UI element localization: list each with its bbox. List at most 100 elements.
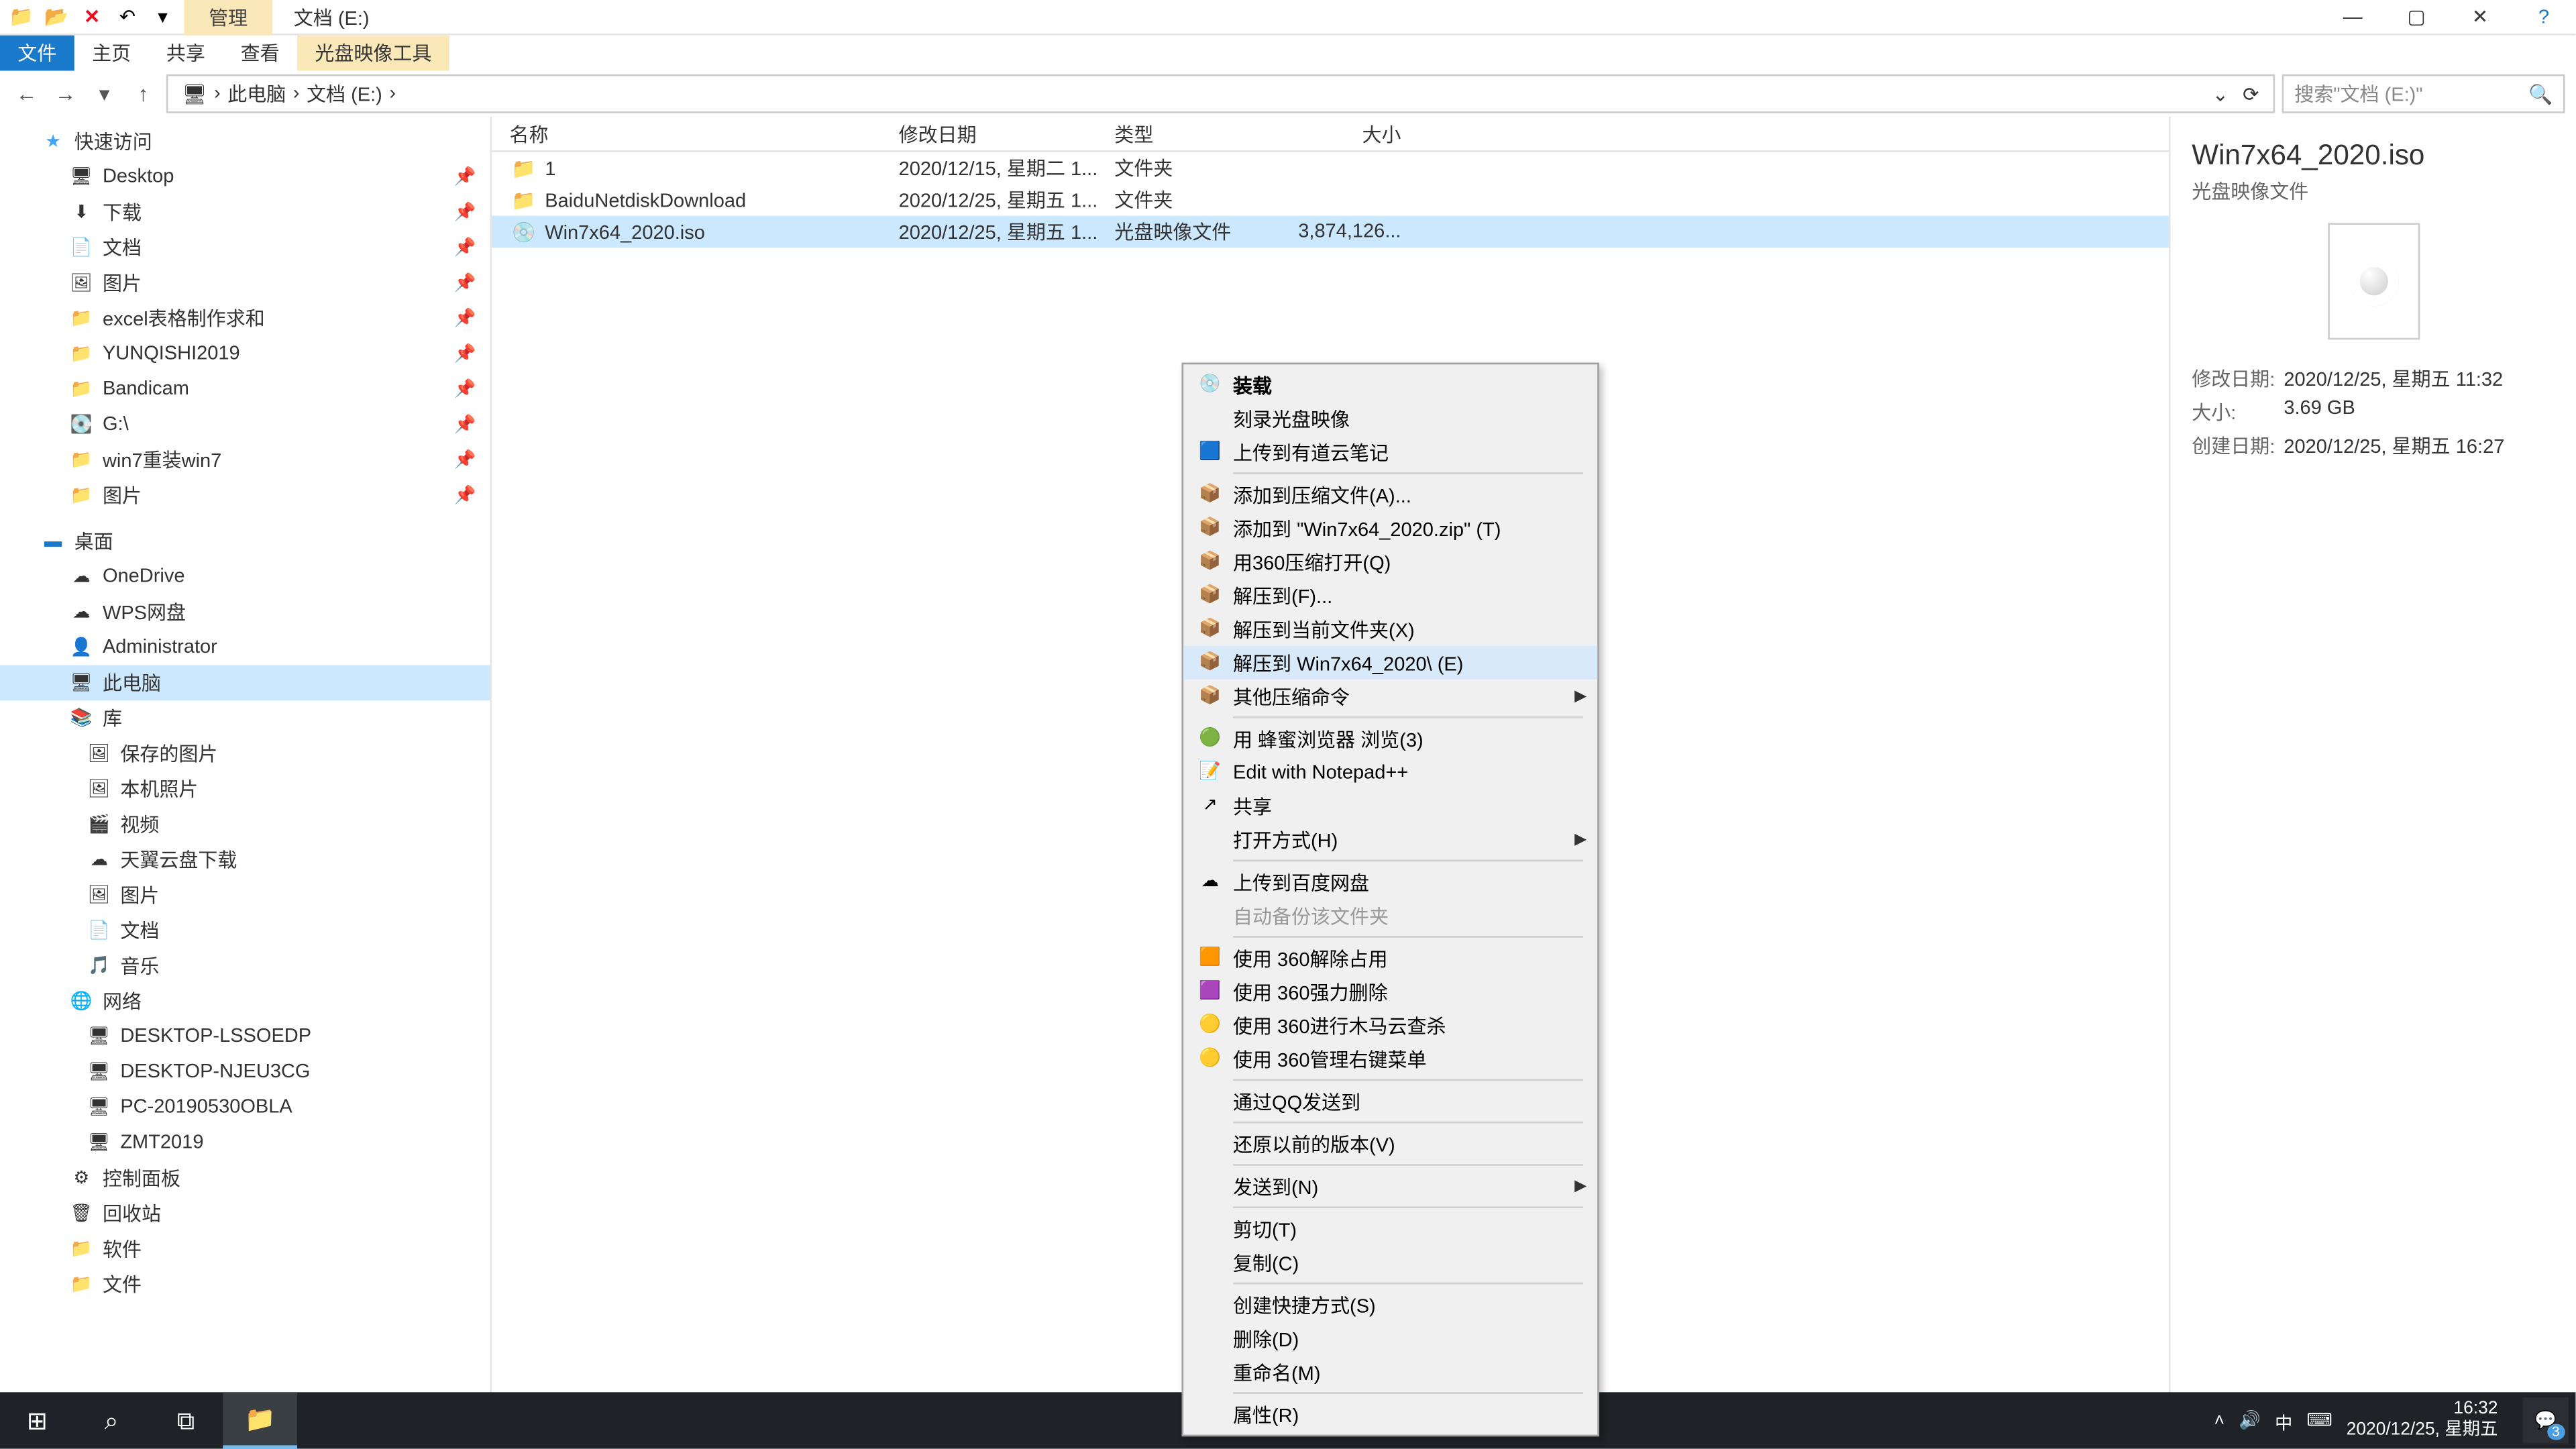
menu-item[interactable]: 通过QQ发送到 <box>1183 1084 1597 1118</box>
menu-item[interactable]: 发送到(N)▶ <box>1183 1169 1597 1203</box>
tab-share[interactable]: 共享 <box>149 36 223 71</box>
col-date[interactable]: 修改日期 <box>881 119 1097 148</box>
tree-item[interactable]: 📚库 <box>0 700 490 736</box>
tree-item[interactable]: 📄文档📌 <box>0 230 490 266</box>
tree-item[interactable]: 🎬视频 <box>0 806 490 842</box>
menu-item[interactable]: 🟦上传到有道云笔记 <box>1183 435 1597 469</box>
menu-item[interactable]: ↗共享 <box>1183 789 1597 822</box>
tree-item[interactable]: ⚙控制面板 <box>0 1161 490 1196</box>
up-button[interactable]: ↑ <box>127 81 159 106</box>
tree-item[interactable]: 🖥DESKTOP-LSSOEDP <box>0 1019 490 1055</box>
action-center-button[interactable]: 💬3 <box>2522 1397 2569 1444</box>
tree-item[interactable]: ☁OneDrive <box>0 559 490 594</box>
tree-item[interactable]: 🖼本机照片 <box>0 771 490 807</box>
menu-item[interactable]: 创建快捷方式(S) <box>1183 1288 1597 1322</box>
col-name[interactable]: 名称 <box>492 119 881 148</box>
tree-item[interactable]: 🖥PC-20190530OBLA <box>0 1089 490 1125</box>
menu-item[interactable]: 打开方式(H)▶ <box>1183 822 1597 856</box>
tree-item[interactable]: ⬇下载📌 <box>0 195 490 230</box>
tab-disc-image-tools[interactable]: 光盘映像工具 <box>297 36 449 71</box>
tree-item[interactable]: 🎵音乐 <box>0 948 490 983</box>
qat-open-icon[interactable]: 📂 <box>42 3 70 31</box>
breadcrumb-folder[interactable]: 文档 (E:) <box>307 80 382 108</box>
menu-item[interactable]: 🟡使用 360管理右键菜单 <box>1183 1042 1597 1075</box>
menu-item[interactable]: 重命名(M) <box>1183 1355 1597 1389</box>
search-task-button[interactable]: ⌕ <box>74 1392 149 1448</box>
menu-item[interactable]: 📝Edit with Notepad++ <box>1183 755 1597 789</box>
tab-view[interactable]: 查看 <box>223 36 297 71</box>
col-size[interactable]: 大小 <box>1277 119 1419 148</box>
menu-item[interactable]: 📦解压到 Win7x64_2020\ (E) <box>1183 646 1597 680</box>
menu-item[interactable]: 💿装载 <box>1183 368 1597 401</box>
recent-dropdown-icon[interactable]: ▾ <box>89 81 120 106</box>
breadcrumb[interactable]: 🖥 › 此电脑 › 文档 (E:) › ⌄ ⟳ <box>166 74 2275 113</box>
qat-undo-icon[interactable]: ↶ <box>113 3 142 31</box>
minimize-button[interactable]: — <box>2321 0 2385 34</box>
tree-quick-access[interactable]: ★快速访问 <box>0 124 490 160</box>
help-icon[interactable]: ? <box>2512 0 2576 34</box>
tree-item[interactable]: 📁excel表格制作求和📌 <box>0 301 490 336</box>
menu-item[interactable]: 复制(C) <box>1183 1245 1597 1279</box>
tree-item[interactable]: 👤Administrator <box>0 630 490 665</box>
tree-item[interactable]: ☁天翼云盘下载 <box>0 842 490 877</box>
tree-item[interactable]: 🖥DESKTOP-NJEU3CG <box>0 1055 490 1090</box>
menu-item[interactable]: 还原以前的版本(V) <box>1183 1127 1597 1161</box>
tree-item[interactable]: 📁YUNQISHI2019📌 <box>0 336 490 372</box>
menu-item[interactable]: 📦用360压缩打开(Q) <box>1183 545 1597 578</box>
tree-item[interactable]: 📁文件 <box>0 1267 490 1302</box>
menu-item[interactable]: 📦其他压缩命令▶ <box>1183 680 1597 713</box>
menu-item[interactable]: 属性(R) <box>1183 1397 1597 1431</box>
tree-item[interactable]: 🖥ZMT2019 <box>0 1125 490 1161</box>
tree-item[interactable]: 🗑回收站 <box>0 1196 490 1232</box>
tab-home[interactable]: 主页 <box>74 36 149 71</box>
qat-dropdown-icon[interactable]: ▾ <box>149 3 177 31</box>
col-type[interactable]: 类型 <box>1097 119 1277 148</box>
menu-item[interactable]: 📦添加到压缩文件(A)... <box>1183 478 1597 511</box>
close-button[interactable]: ✕ <box>2449 0 2512 34</box>
qat-delete-icon[interactable]: ✕ <box>78 3 106 31</box>
file-row[interactable]: 📁BaiduNetdiskDownload2020/12/25, 星期五 1..… <box>492 184 2169 215</box>
tree-item[interactable]: 🖼图片 <box>0 877 490 913</box>
breadcrumb-dropdown-icon[interactable]: ⌄ <box>2212 83 2229 105</box>
tree-item[interactable]: ☁WPS网盘 <box>0 594 490 630</box>
menu-item[interactable]: 🟧使用 360解除占用 <box>1183 941 1597 975</box>
menu-item[interactable]: 📦添加到 "Win7x64_2020.zip" (T) <box>1183 511 1597 545</box>
menu-item[interactable]: 剪切(T) <box>1183 1212 1597 1245</box>
refresh-icon[interactable]: ⟳ <box>2243 83 2259 105</box>
taskbar-explorer[interactable]: 📁 <box>223 1392 297 1448</box>
menu-item[interactable]: 刻录光盘映像 <box>1183 402 1597 435</box>
tree-network[interactable]: 🌐网络 <box>0 983 490 1019</box>
tab-file[interactable]: 文件 <box>0 36 74 71</box>
tray-volume-icon[interactable]: 🔊 <box>2239 1411 2261 1430</box>
menu-item[interactable]: 🟪使用 360强力删除 <box>1183 975 1597 1008</box>
tray-chevron-up-icon[interactable]: ˄ <box>2214 1411 2224 1430</box>
tray-ime-mode-icon[interactable]: ⌨ <box>2307 1411 2332 1430</box>
menu-item[interactable]: ☁上传到百度网盘 <box>1183 865 1597 898</box>
tray-ime-icon[interactable]: 中 <box>2275 1407 2292 1434</box>
tree-item[interactable]: 🖼图片📌 <box>0 266 490 301</box>
file-row[interactable]: 💿Win7x64_2020.iso2020/12/25, 星期五 1...光盘映… <box>492 216 2169 248</box>
tree-item[interactable]: 📁软件 <box>0 1231 490 1267</box>
menu-item[interactable]: 📦解压到(F)... <box>1183 578 1597 612</box>
tree-item[interactable]: 🖼保存的图片 <box>0 736 490 771</box>
task-view-button[interactable]: ⧉ <box>149 1392 223 1448</box>
breadcrumb-root[interactable]: 此电脑 <box>227 80 286 108</box>
menu-item[interactable]: 🟢用 蜂蜜浏览器 浏览(3) <box>1183 722 1597 755</box>
tree-item[interactable]: 📁win7重装win7📌 <box>0 442 490 478</box>
tree-item[interactable]: 🖥Desktop📌 <box>0 159 490 195</box>
menu-item[interactable]: 删除(D) <box>1183 1322 1597 1355</box>
maximize-button[interactable]: ▢ <box>2385 0 2449 34</box>
tree-item[interactable]: 📁图片📌 <box>0 478 490 513</box>
tree-desktop[interactable]: ▬桌面 <box>0 524 490 559</box>
tree-item[interactable]: 📁Bandicam📌 <box>0 372 490 407</box>
file-row[interactable]: 📁12020/12/15, 星期二 1...文件夹 <box>492 152 2169 184</box>
menu-item[interactable]: 📦解压到当前文件夹(X) <box>1183 612 1597 645</box>
tree-item[interactable]: 💽G:\📌 <box>0 407 490 443</box>
start-button[interactable]: ⊞ <box>0 1392 74 1448</box>
taskbar-clock[interactable]: 16:32 2020/12/25, 星期五 <box>2347 1399 2509 1442</box>
menu-item[interactable]: 🟡使用 360进行木马云查杀 <box>1183 1008 1597 1042</box>
forward-button[interactable]: → <box>50 81 81 106</box>
tree-item[interactable]: 📄文档 <box>0 913 490 949</box>
tree-item[interactable]: 🖥此电脑 <box>0 665 490 701</box>
back-button[interactable]: ← <box>11 81 42 106</box>
